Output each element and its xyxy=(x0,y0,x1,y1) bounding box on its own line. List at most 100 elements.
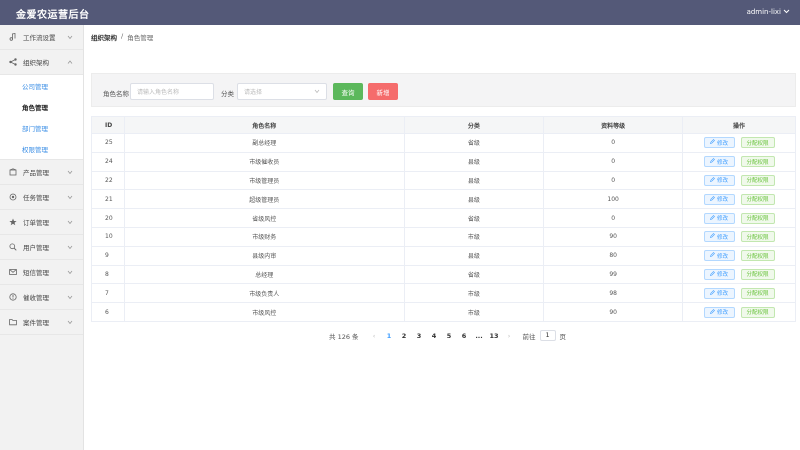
chevron-down-icon xyxy=(314,89,320,96)
header-actions: 操作 xyxy=(682,116,796,134)
cell-level: 0 xyxy=(543,170,684,191)
cell-id: 20 xyxy=(91,208,125,228)
cell-category: 省级 xyxy=(403,208,545,228)
role-name-input[interactable]: 请输入角色名称 xyxy=(130,83,214,100)
music-note-icon xyxy=(9,33,17,41)
edit-button[interactable]: 修改 xyxy=(703,268,735,280)
page-unit: 页 xyxy=(559,332,567,341)
sidebar-item[interactable]: 订单管理 xyxy=(0,210,83,235)
table-row: 9 县级内审 县级 80 修改 分配权限 xyxy=(91,245,796,266)
assign-permission-button[interactable]: 分配权限 xyxy=(740,268,775,280)
table-row: 21 超级管理员 县级 100 修改 分配权限 xyxy=(91,189,796,210)
sidebar-subitem[interactable]: 公司管理 xyxy=(0,75,83,96)
page-number[interactable]: 5 xyxy=(442,332,457,340)
star-icon xyxy=(9,218,17,226)
page-number[interactable]: 1 xyxy=(382,332,397,340)
cell-level: 99 xyxy=(543,264,684,285)
goto-page-input[interactable]: 1 xyxy=(539,330,556,341)
sidebar-item-label: 组织架构 xyxy=(23,59,49,67)
assign-permission-button[interactable]: 分配权限 xyxy=(740,137,775,149)
cell-actions: 修改 分配权限 xyxy=(682,208,796,228)
category-select-placeholder: 请选择 xyxy=(244,89,263,96)
prev-page-icon[interactable]: ‹ xyxy=(367,332,382,340)
cell-level: 100 xyxy=(543,189,684,210)
table-row: 24 市级催收员 县级 0 修改 分配权限 xyxy=(91,151,796,172)
edit-button[interactable]: 修改 xyxy=(703,137,735,149)
page-number[interactable]: 6 xyxy=(457,332,472,340)
edit-icon xyxy=(710,289,715,297)
edit-icon xyxy=(710,214,715,222)
edit-label: 修改 xyxy=(717,272,729,279)
folder-icon xyxy=(9,318,17,326)
assign-permission-button[interactable]: 分配权限 xyxy=(740,212,775,224)
cell-id: 10 xyxy=(91,226,125,247)
search-icon xyxy=(9,243,17,251)
edit-button[interactable]: 修改 xyxy=(703,174,735,186)
assign-permission-button[interactable]: 分配权限 xyxy=(740,231,775,243)
edit-button[interactable]: 修改 xyxy=(703,231,735,243)
add-button[interactable]: 新增 xyxy=(368,83,398,100)
chevron-down-icon xyxy=(67,194,73,202)
page-number[interactable]: 13 xyxy=(487,332,502,340)
sidebar-item-label: 催收管理 xyxy=(23,294,49,302)
page-number[interactable]: ... xyxy=(472,332,487,340)
sidebar-item[interactable]: 催收管理 xyxy=(0,285,83,310)
assign-permission-button[interactable]: 分配权限 xyxy=(740,174,775,186)
assign-permission-button[interactable]: 分配权限 xyxy=(740,193,775,205)
sidebar-item[interactable]: 任务管理 xyxy=(0,185,83,210)
breadcrumb: 组织架构 / 角色管理 xyxy=(91,32,153,42)
sidebar-subitem[interactable]: 部门管理 xyxy=(0,117,83,138)
sidebar-item[interactable]: 组织架构 xyxy=(0,50,83,75)
edit-label: 修改 xyxy=(717,234,729,241)
box-icon xyxy=(9,168,17,176)
page-number[interactable]: 3 xyxy=(412,332,427,340)
sidebar-item[interactable]: 用户管理 xyxy=(0,235,83,260)
table-row: 10 市级财务 市级 90 修改 分配权限 xyxy=(91,226,796,247)
edit-button[interactable]: 修改 xyxy=(703,306,735,318)
category-select[interactable]: 请选择 xyxy=(237,83,327,100)
cell-category: 县级 xyxy=(403,245,545,266)
sidebar-item[interactable]: 工作流设置 xyxy=(0,25,83,50)
cell-actions: 修改 分配权限 xyxy=(682,170,796,191)
header-id: ID xyxy=(91,116,125,134)
user-menu[interactable]: admin-lixi xyxy=(747,8,790,16)
sidebar-item[interactable]: 短信管理 xyxy=(0,260,83,285)
edit-button[interactable]: 修改 xyxy=(703,250,735,262)
next-page-icon[interactable]: › xyxy=(502,332,517,340)
edit-button[interactable]: 修改 xyxy=(703,287,735,299)
assign-permission-button[interactable]: 分配权限 xyxy=(740,306,775,318)
query-button[interactable]: 查询 xyxy=(333,83,363,100)
cell-category: 县级 xyxy=(403,151,545,172)
edit-icon xyxy=(710,139,715,146)
edit-button[interactable]: 修改 xyxy=(703,212,735,224)
header-category: 分类 xyxy=(403,116,545,134)
goto-label: 前往 xyxy=(522,332,536,341)
assign-permission-button[interactable]: 分配权限 xyxy=(740,287,775,299)
sidebar-item[interactable]: 产品管理 xyxy=(0,160,83,185)
cell-role-name: 市级管理员 xyxy=(123,170,405,191)
cell-level: 90 xyxy=(543,226,684,247)
sidebar-subitem[interactable]: 角色管理 xyxy=(0,96,83,117)
sidebar-subitem[interactable]: 权限管理 xyxy=(0,138,83,159)
edit-button[interactable]: 修改 xyxy=(703,156,735,168)
assign-permission-button[interactable]: 分配权限 xyxy=(740,250,775,262)
edit-label: 修改 xyxy=(717,310,729,317)
sidebar-submenu: 公司管理 角色管理 部门管理 权限管理 xyxy=(0,75,83,160)
assign-permission-button[interactable]: 分配权限 xyxy=(740,156,775,168)
sidebar-item[interactable]: 案件管理 xyxy=(0,310,83,335)
cell-role-name: 市级负责人 xyxy=(123,283,405,304)
app-title: 金爱农运营后台 xyxy=(16,10,90,21)
breadcrumb-root[interactable]: 组织架构 xyxy=(91,32,117,42)
table-header-row: ID 角色名称 分类 资料等级 操作 xyxy=(91,116,796,134)
page-number[interactable]: 2 xyxy=(397,332,412,340)
share-icon xyxy=(9,58,17,66)
role-name-label: 角色名称 xyxy=(103,90,129,98)
cell-level: 0 xyxy=(543,151,684,172)
cell-category: 市级 xyxy=(403,302,545,322)
mail-icon xyxy=(9,268,17,276)
page-number[interactable]: 4 xyxy=(427,332,442,340)
edit-button[interactable]: 修改 xyxy=(703,193,735,205)
cell-role-name: 省级风控 xyxy=(123,208,405,228)
cell-role-name: 超级管理员 xyxy=(123,189,405,210)
cell-level: 0 xyxy=(543,133,684,153)
